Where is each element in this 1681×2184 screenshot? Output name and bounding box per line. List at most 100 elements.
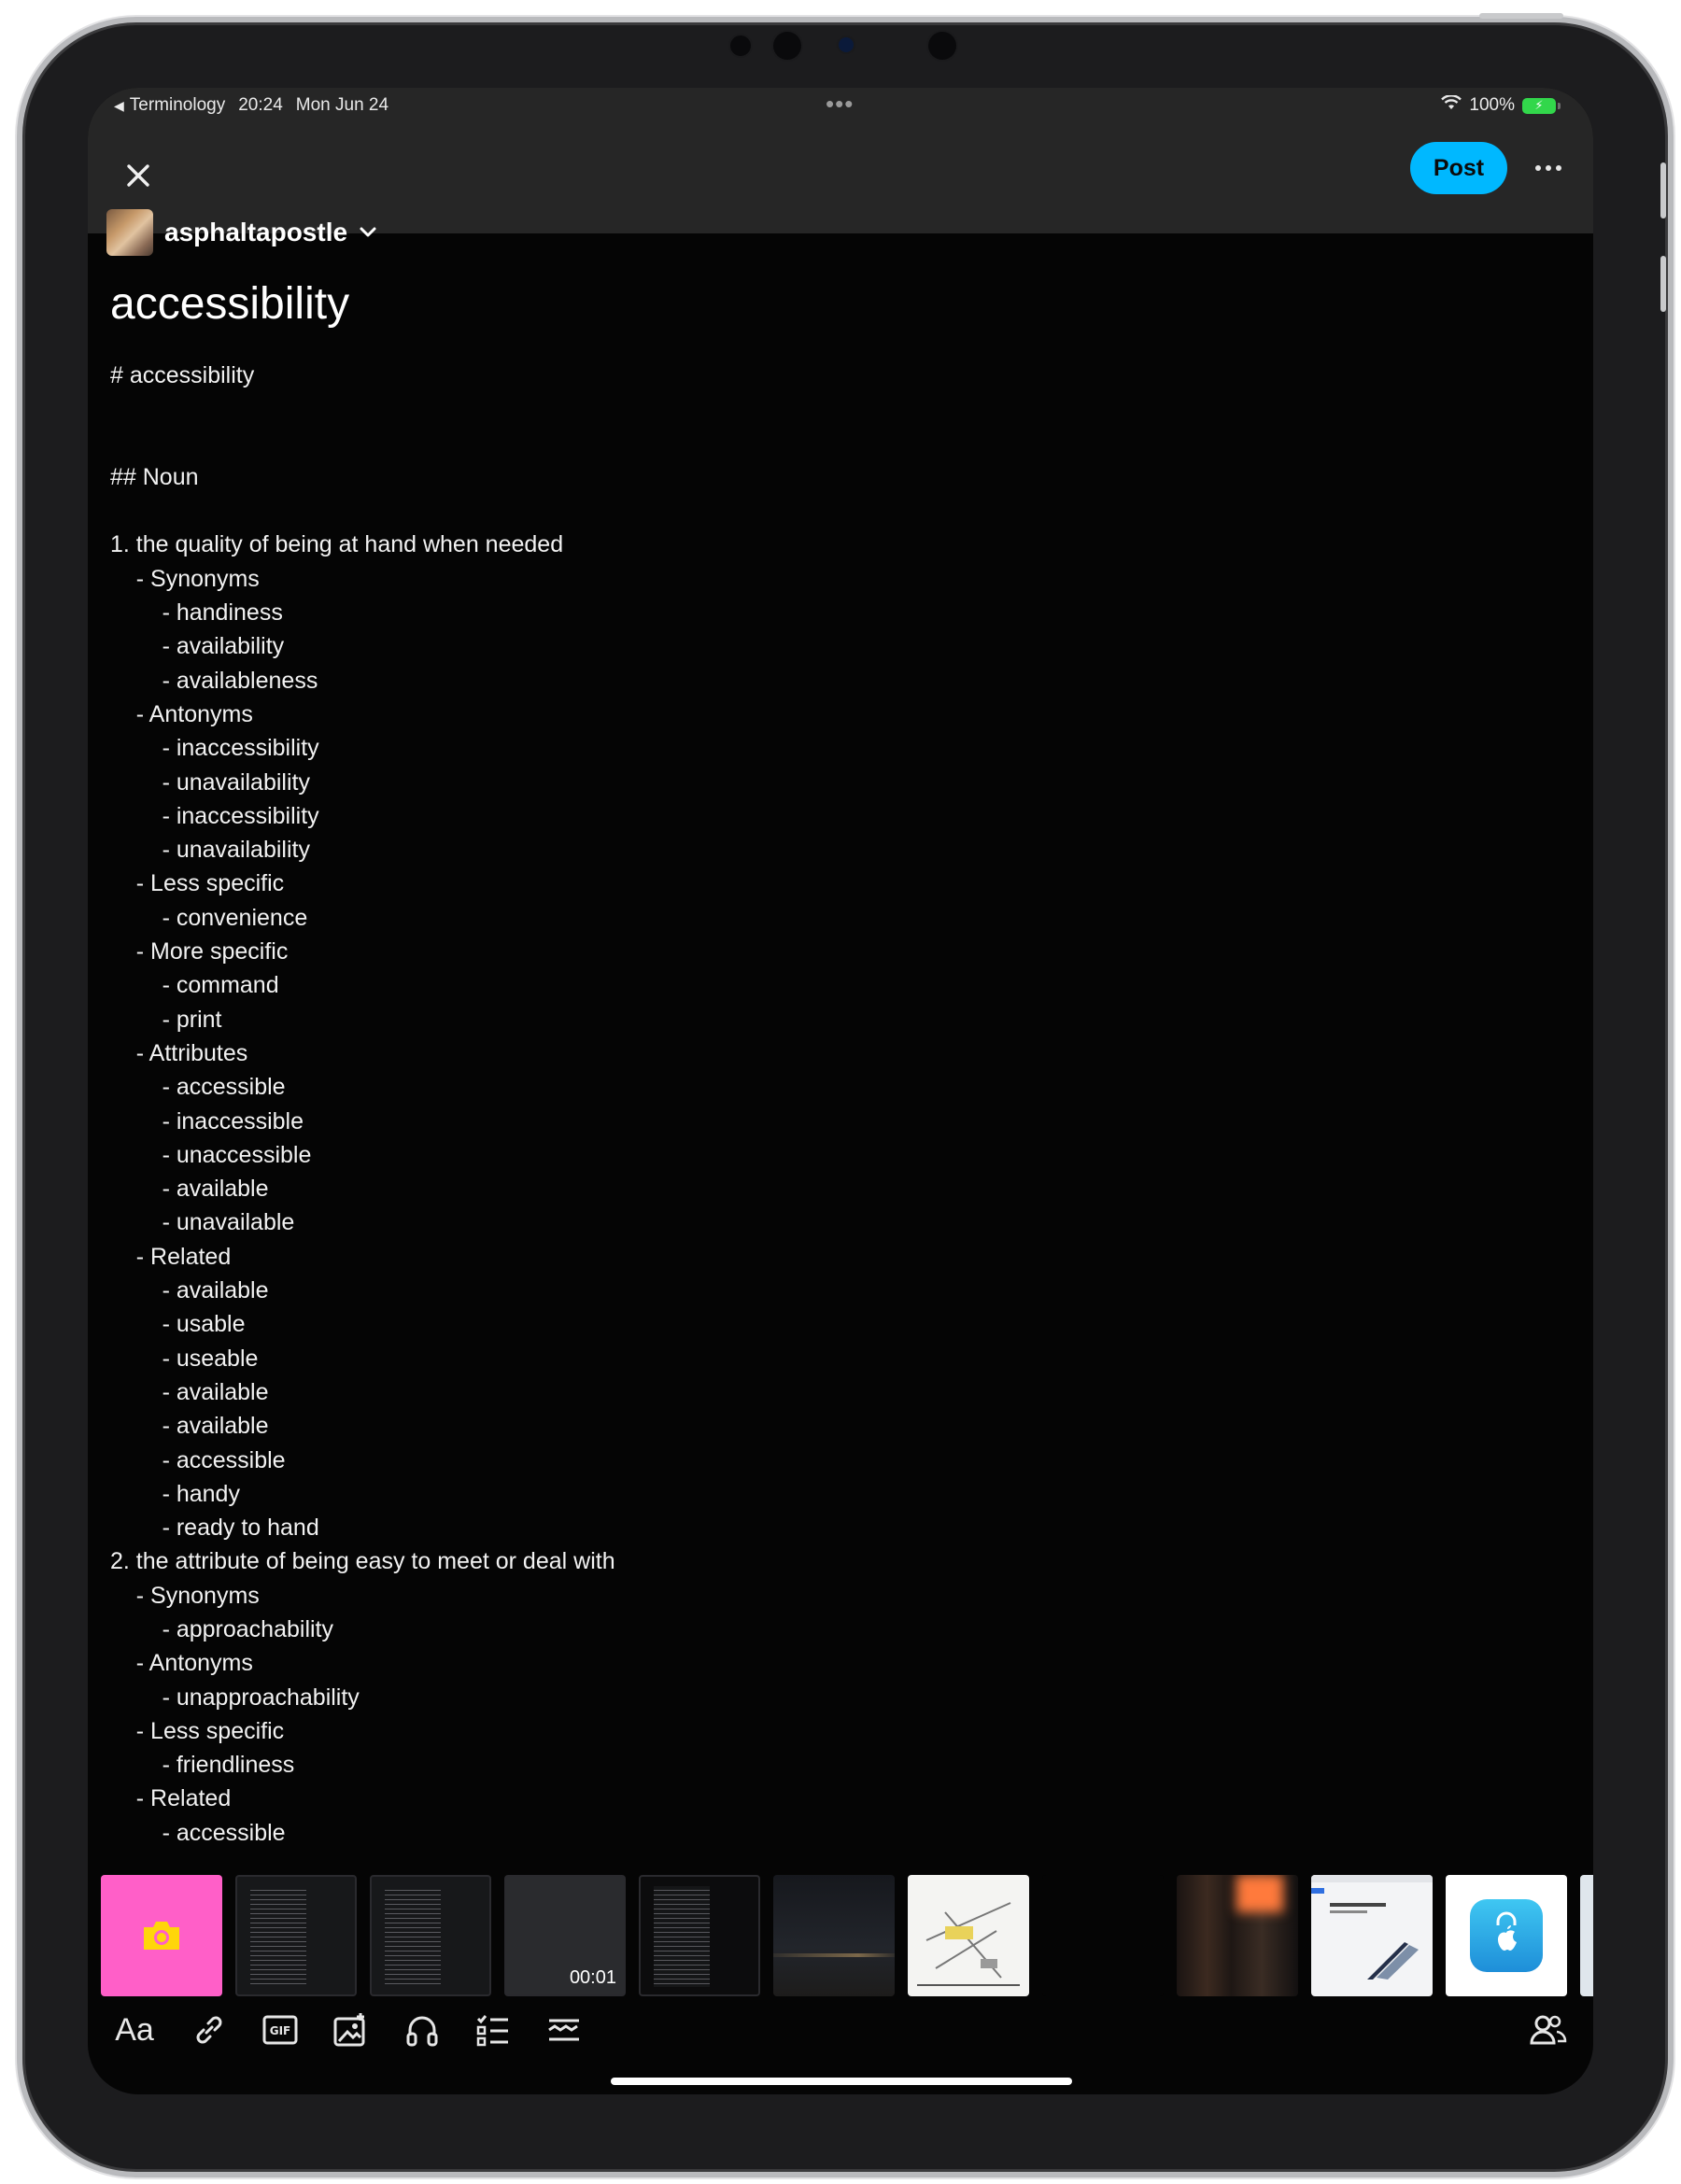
media-thumbnail[interactable]: [1177, 1875, 1298, 1996]
status-date: Mon Jun 24: [295, 95, 389, 115]
wifi-icon: [1441, 94, 1462, 116]
post-body-line: - command: [110, 972, 279, 999]
post-body-line: - inaccessibility: [110, 802, 319, 829]
gif-button[interactable]: GIF: [258, 2008, 303, 2052]
post-body-line: - convenience: [110, 904, 308, 931]
post-body-line: 2. the attribute of being easy to meet o…: [110, 1548, 615, 1575]
volume-button: [1660, 256, 1666, 312]
post-body-line: - Less specific: [110, 1717, 285, 1744]
media-thumbnail[interactable]: [1042, 1875, 1164, 1996]
post-body-line: [110, 392, 1565, 426]
svg-text:GIF: GIF: [270, 2024, 291, 2037]
blog-selector[interactable]: asphaltapostle: [106, 209, 377, 256]
post-body-line: - Synonyms: [110, 565, 260, 592]
post-body-line: - available: [110, 1176, 269, 1203]
link-button[interactable]: [187, 2008, 232, 2052]
gif-icon: GIF: [262, 2015, 298, 2045]
avatar: [106, 209, 153, 256]
post-body-line: - handy: [110, 1480, 240, 1507]
community-labels-button[interactable]: [1526, 2008, 1571, 2052]
camera-icon: [144, 1922, 179, 1950]
top-button: [1479, 13, 1563, 19]
post-body-line: - unavailability: [110, 768, 310, 796]
post-body-line: - available: [110, 1378, 269, 1405]
sensor: [773, 32, 801, 60]
post-body-line: - unavailable: [110, 1209, 295, 1236]
blog-name: asphaltapostle: [164, 218, 348, 247]
post-body-line: - accessible: [110, 1819, 286, 1846]
audio-button[interactable]: [400, 2008, 445, 2052]
battery-percent: 100%: [1469, 95, 1515, 115]
post-body[interactable]: # accessibility ## Noun 1. the quality of …: [110, 359, 1565, 1850]
post-body-line: - available: [110, 1277, 269, 1304]
back-to-app-link[interactable]: ◀ Terminology: [114, 95, 225, 116]
image-icon: [333, 2013, 365, 2047]
media-thumbnail[interactable]: [370, 1875, 491, 1996]
post-body-line: # accessibility: [110, 362, 255, 388]
video-duration: 00:01: [569, 1967, 616, 1988]
sensor: [928, 32, 956, 60]
image-button[interactable]: [329, 2008, 374, 2052]
more-dot: [1556, 165, 1561, 171]
post-body-line: - Antonyms: [110, 700, 253, 727]
post-body-line: [110, 494, 1565, 528]
sensor: [730, 35, 751, 56]
post-body-line: - Antonyms: [110, 1650, 253, 1677]
checklist-button[interactable]: [471, 2008, 516, 2052]
battery-charging-icon: ⚡: [1522, 97, 1561, 114]
post-body-line: - available: [110, 1413, 269, 1440]
web-thumbnail-image: [1311, 1875, 1433, 1980]
post-title[interactable]: accessibility: [110, 278, 349, 330]
volume-button: [1660, 162, 1666, 218]
text-format-button[interactable]: Aa: [106, 2008, 162, 2052]
more-options-button[interactable]: [1530, 153, 1567, 183]
post-body-line: - ready to hand: [110, 1515, 319, 1542]
status-right: 100% ⚡: [1441, 94, 1561, 116]
read-more-icon: [548, 2019, 579, 2041]
media-thumbnail[interactable]: [1580, 1875, 1593, 1996]
post-button[interactable]: Post: [1410, 142, 1507, 194]
multitasking-dots-icon[interactable]: •••: [826, 90, 854, 119]
map-thumbnail-image: [917, 1902, 1020, 1986]
post-body-line: ## Noun: [110, 463, 199, 490]
post-body-line: - handiness: [110, 599, 283, 627]
post-body-line: - availability: [110, 633, 285, 660]
close-button[interactable]: [118, 155, 159, 196]
post-body-line: - Related: [110, 1785, 232, 1812]
post-body-line: - approachability: [110, 1615, 334, 1642]
post-body-line: - inaccessible: [110, 1107, 304, 1134]
close-icon: [127, 164, 149, 187]
more-dot: [1535, 165, 1541, 171]
media-thumbnail[interactable]: [639, 1875, 760, 1996]
post-body-line: - Attributes: [110, 1039, 248, 1066]
status-time: 20:24: [238, 95, 283, 115]
post-body-line: - accessible: [110, 1074, 286, 1101]
post-body-line: - More specific: [110, 938, 289, 965]
format-toolbar: Aa GIF: [88, 2002, 1593, 2067]
chevron-down-icon: [360, 227, 376, 237]
people-icon: [1530, 2015, 1567, 2045]
checklist-icon: [476, 2015, 508, 2047]
video-thumbnail[interactable]: 00:01: [504, 1875, 626, 1996]
status-bar: ◀ Terminology 20:24 Mon Jun 24 ••• 100% …: [88, 88, 1593, 125]
headphones-icon: [406, 2016, 438, 2047]
media-thumbnail[interactable]: [1311, 1875, 1433, 1996]
post-body-line: - usable: [110, 1311, 246, 1338]
home-indicator[interactable]: [611, 2078, 1072, 2085]
back-triangle-icon: ◀: [114, 97, 124, 113]
post-body-line: [110, 427, 1565, 460]
post-body-line: - Synonyms: [110, 1582, 260, 1609]
media-thumbnail[interactable]: [235, 1875, 357, 1996]
post-body-line: - unaccessible: [110, 1141, 312, 1168]
read-more-button[interactable]: [542, 2008, 586, 2052]
camera-button[interactable]: [101, 1875, 222, 1996]
media-picker-strip: 00:01: [101, 1875, 1593, 1998]
post-body-line: - availableness: [110, 667, 318, 694]
more-dot: [1546, 165, 1551, 171]
apple-store-icon: [1470, 1899, 1543, 1972]
link-icon: [196, 2016, 222, 2044]
media-thumbnail[interactable]: [908, 1875, 1029, 1996]
post-body-line: - unapproachability: [110, 1684, 360, 1711]
media-thumbnail[interactable]: [773, 1875, 895, 1996]
media-thumbnail[interactable]: [1446, 1875, 1567, 1996]
